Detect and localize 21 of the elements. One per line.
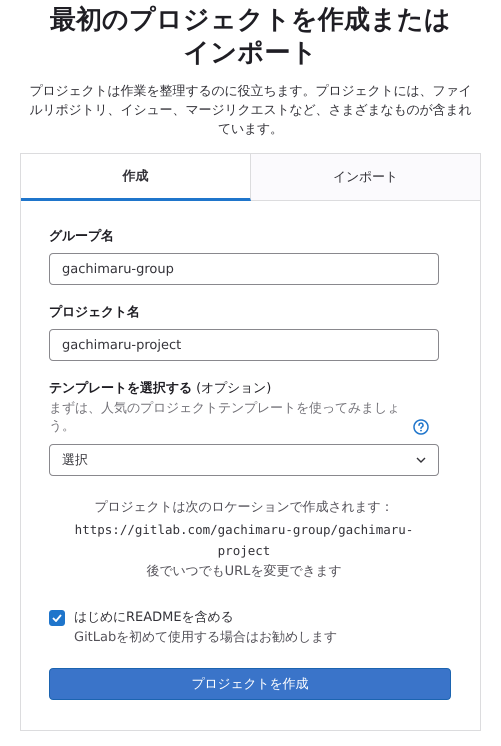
url-note: 後でいつでもURLを変更できます: [146, 563, 342, 581]
input-field[interactable]: gachimaru-project: [49, 329, 439, 361]
template-dropdown[interactable]: 選択: [49, 444, 439, 476]
check-icon: [52, 614, 62, 622]
readme-checkbox[interactable]: [49, 610, 65, 626]
page-heading: 最初のプロジェクトを作成またはインポート: [49, 4, 452, 70]
checkbox-hint: GitLabを初めて使用する場合はお勧めします: [74, 629, 338, 647]
input-field[interactable]: gachimaru-group: [49, 253, 439, 285]
field-label: グループ名: [49, 228, 115, 245]
field-label: プロジェクト名: [49, 304, 141, 321]
checkbox-label: はじめにREADMEを含める: [74, 609, 235, 627]
field-label: テンプレートを選択する (オプション): [49, 380, 272, 397]
description-text: プロジェクトは作業を整理するのに役立ちます。プロジェクトには、ファイルリポジトリ、イシュー、マージリクエストなど、さまざまなものが含まれています。: [28, 83, 472, 139]
project-url: https://gitlab.com/gachimaru-group/gachimaru-project: [74, 521, 414, 560]
tab[interactable]: インポート: [251, 154, 480, 201]
help-icon[interactable]: [413, 419, 429, 435]
create-project-button[interactable]: プロジェクトを作成: [49, 668, 451, 700]
tab[interactable]: 作成: [21, 154, 251, 201]
location-text: プロジェクトは次のロケーションで作成されます：: [94, 499, 394, 517]
help-text: まずは、人気のプロジェクトテンプレートを使ってみましょう。: [49, 400, 401, 436]
chevron-down-icon: [416, 457, 426, 463]
